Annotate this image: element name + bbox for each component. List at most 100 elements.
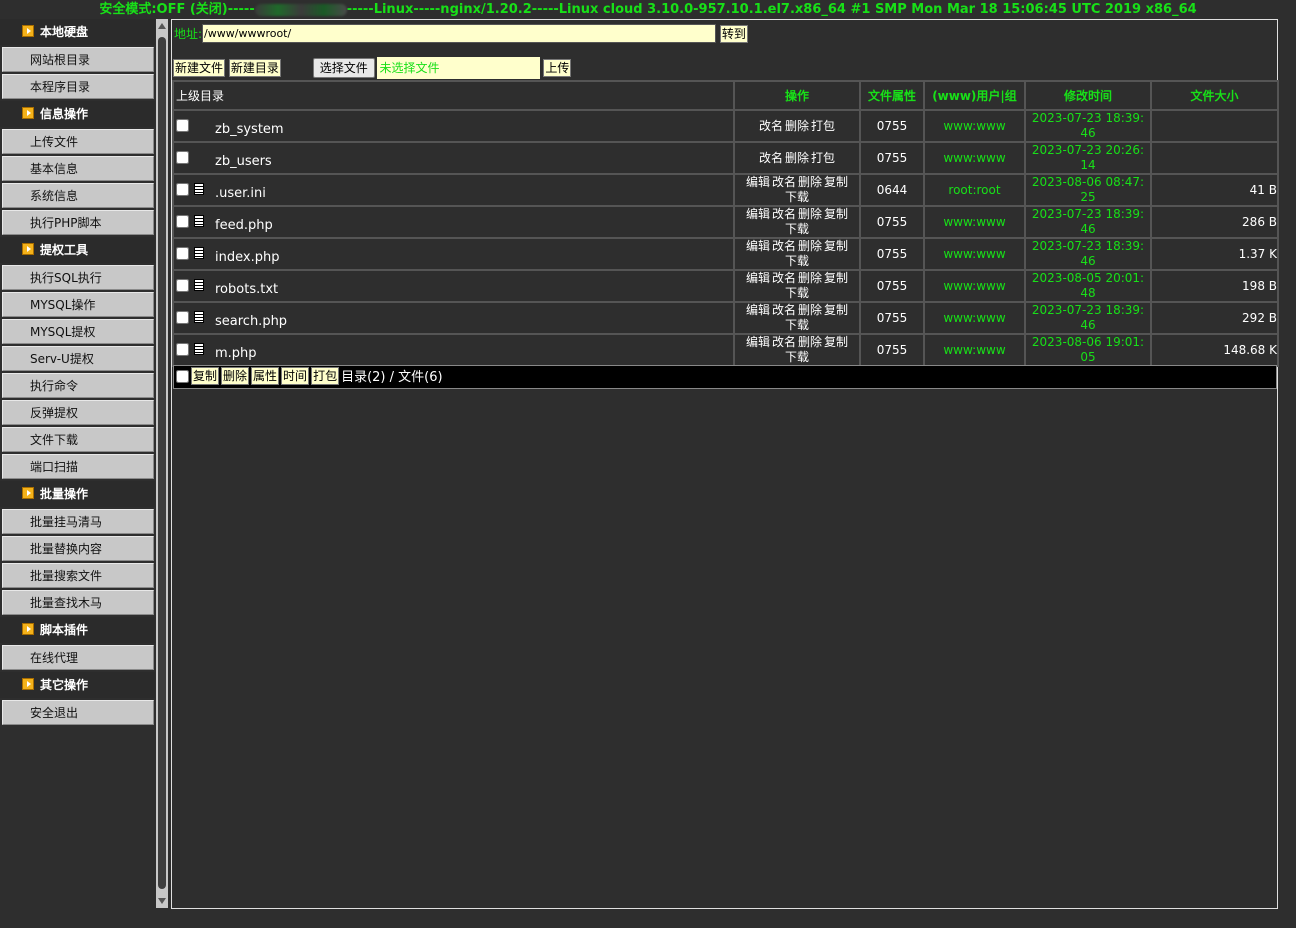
file-name-link[interactable]: .user.ini [215, 186, 266, 201]
op-link[interactable]: 下载 [785, 222, 809, 236]
sidebar-item-2-7[interactable]: 端口扫描 [2, 454, 154, 479]
select-all-checkbox[interactable] [176, 370, 189, 383]
scroll-down-arrow-icon[interactable] [158, 898, 166, 904]
modified-time-link[interactable]: 2023-08-06 19:01: 05 [1024, 333, 1152, 367]
sidebar-item-2-1[interactable]: MYSQL操作 [2, 292, 154, 317]
permission-link[interactable]: 0644 [859, 173, 925, 207]
op-link[interactable]: 编辑 [746, 207, 770, 221]
row-select-checkbox[interactable] [176, 279, 189, 292]
op-link[interactable]: 复制 [824, 239, 848, 253]
sidebar-item-2-5[interactable]: 反弹提权 [2, 400, 154, 425]
modified-time-link[interactable]: 2023-08-06 08:47: 25 [1024, 173, 1152, 207]
permission-link[interactable]: 0755 [859, 237, 925, 271]
row-select-checkbox[interactable] [176, 343, 189, 356]
op-link[interactable]: 改名 [772, 175, 796, 189]
scroll-thumb[interactable] [158, 37, 166, 889]
modified-time-link[interactable]: 2023-08-05 20:01: 48 [1024, 269, 1152, 303]
permission-link[interactable]: 0755 [859, 141, 925, 175]
sidebar-item-2-2[interactable]: MYSQL提权 [2, 319, 154, 344]
sidebar-item-0-0[interactable]: 网站根目录 [2, 47, 154, 72]
op-link[interactable]: 编辑 [746, 239, 770, 253]
sidebar-item-5-0[interactable]: 安全退出 [2, 700, 154, 725]
op-link[interactable]: 改名 [772, 239, 796, 253]
sidebar-item-4-0[interactable]: 在线代理 [2, 645, 154, 670]
row-select-checkbox[interactable] [176, 247, 189, 260]
op-link[interactable]: 编辑 [746, 271, 770, 285]
modified-time-link[interactable]: 2023-07-23 18:39: 46 [1024, 301, 1152, 335]
permission-link[interactable]: 0755 [859, 269, 925, 303]
new-directory-button[interactable]: 新建目录 [228, 59, 281, 77]
op-link[interactable]: 改名 [772, 303, 796, 317]
op-link[interactable]: 删除 [798, 207, 822, 221]
op-link[interactable]: 编辑 [746, 303, 770, 317]
op-link[interactable]: 改名 [772, 271, 796, 285]
bulk-button-1[interactable]: 删除 [221, 366, 250, 385]
op-link[interactable]: 下载 [785, 350, 809, 364]
permission-link[interactable]: 0755 [859, 301, 925, 335]
op-link[interactable]: 删除 [798, 335, 822, 349]
sidebar-item-1-2[interactable]: 系统信息 [2, 183, 154, 208]
sidebar-scrollbar[interactable] [156, 19, 168, 908]
sidebar-item-3-1[interactable]: 批量替换内容 [2, 536, 154, 561]
new-file-button[interactable]: 新建文件 [173, 59, 226, 77]
op-link[interactable]: 打包 [811, 119, 835, 133]
permission-link[interactable]: 0755 [859, 205, 925, 239]
permission-link[interactable]: 0755 [859, 333, 925, 367]
sidebar-item-1-3[interactable]: 执行PHP脚本 [2, 210, 154, 235]
op-link[interactable]: 打包 [811, 151, 835, 165]
sidebar-item-2-6[interactable]: 文件下载 [2, 427, 154, 452]
permission-link[interactable]: 0755 [859, 109, 925, 143]
op-link[interactable]: 删除 [785, 151, 809, 165]
op-link[interactable]: 复制 [824, 271, 848, 285]
file-name-link[interactable]: feed.php [215, 218, 273, 233]
bulk-button-3[interactable]: 时间 [281, 366, 310, 385]
go-button[interactable]: 转到 [719, 24, 748, 43]
op-link[interactable]: 下载 [785, 190, 809, 204]
bulk-button-2[interactable]: 属性 [251, 366, 280, 385]
row-select-checkbox[interactable] [176, 215, 189, 228]
op-link[interactable]: 编辑 [746, 335, 770, 349]
op-link[interactable]: 删除 [798, 303, 822, 317]
parent-directory-link[interactable]: 上级目录 [172, 80, 735, 111]
op-link[interactable]: 复制 [824, 303, 848, 317]
upload-button[interactable]: 上传 [543, 59, 572, 77]
row-select-checkbox[interactable] [176, 151, 189, 164]
op-link[interactable]: 复制 [824, 175, 848, 189]
row-select-checkbox[interactable] [176, 311, 189, 324]
modified-time-link[interactable]: 2023-07-23 18:39: 46 [1024, 205, 1152, 239]
op-link[interactable]: 改名 [772, 207, 796, 221]
op-link[interactable]: 编辑 [746, 175, 770, 189]
op-link[interactable]: 下载 [785, 254, 809, 268]
op-link[interactable]: 下载 [785, 286, 809, 300]
modified-time-link[interactable]: 2023-07-23 18:39: 46 [1024, 109, 1152, 143]
file-name-link[interactable]: search.php [215, 314, 287, 329]
file-name-link[interactable]: robots.txt [215, 282, 278, 297]
sidebar-item-1-0[interactable]: 上传文件 [2, 129, 154, 154]
op-link[interactable]: 删除 [798, 175, 822, 189]
sidebar-item-3-0[interactable]: 批量挂马清马 [2, 509, 154, 534]
op-link[interactable]: 改名 [759, 151, 783, 165]
sidebar-item-3-2[interactable]: 批量搜索文件 [2, 563, 154, 588]
sidebar-item-2-0[interactable]: 执行SQL执行 [2, 265, 154, 290]
op-link[interactable]: 删除 [798, 271, 822, 285]
modified-time-link[interactable]: 2023-07-23 20:26: 14 [1024, 141, 1152, 175]
op-link[interactable]: 下载 [785, 318, 809, 332]
sidebar-item-2-3[interactable]: Serv-U提权 [2, 346, 154, 371]
modified-time-link[interactable]: 2023-07-23 18:39: 46 [1024, 237, 1152, 271]
scroll-up-arrow-icon[interactable] [158, 23, 166, 29]
sidebar-item-3-3[interactable]: 批量查找木马 [2, 590, 154, 615]
row-select-checkbox[interactable] [176, 119, 189, 132]
address-input[interactable] [202, 24, 717, 43]
choose-file-button[interactable]: 选择文件 [312, 58, 375, 78]
op-link[interactable]: 复制 [824, 207, 848, 221]
op-link[interactable]: 改名 [759, 119, 783, 133]
op-link[interactable]: 改名 [772, 335, 796, 349]
file-name-link[interactable]: m.php [215, 346, 257, 361]
file-name-link[interactable]: zb_users [215, 154, 272, 169]
op-link[interactable]: 删除 [798, 239, 822, 253]
file-name-link[interactable]: index.php [215, 250, 279, 265]
op-link[interactable]: 删除 [785, 119, 809, 133]
op-link[interactable]: 复制 [824, 335, 848, 349]
sidebar-item-0-1[interactable]: 本程序目录 [2, 74, 154, 99]
bulk-button-4[interactable]: 打包 [311, 366, 340, 385]
